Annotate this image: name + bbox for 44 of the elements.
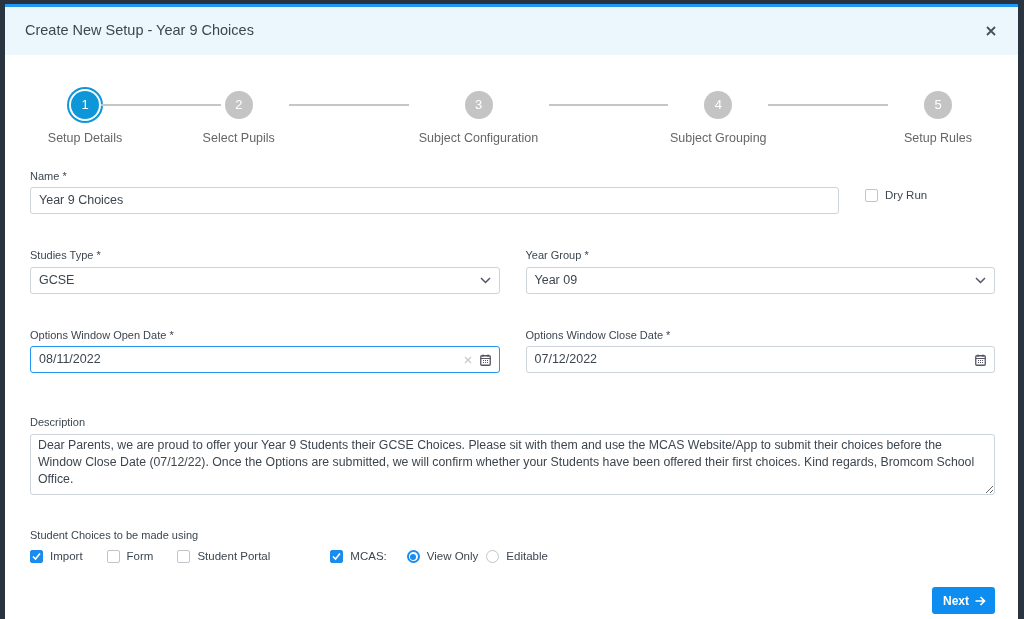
close-icon [986,26,996,36]
date-field[interactable]: 08/11/2022 [30,346,500,374]
radio-label: Editable [506,549,548,565]
checkbox-label: Import [50,549,83,565]
radio-button[interactable] [406,550,420,564]
checkbox[interactable] [330,550,344,564]
checkbox-label: MCAS: [350,549,387,565]
arrow-right-icon [975,595,986,606]
field-label: Studies Type * [30,248,102,264]
checkbox-label: Student Portal [197,549,271,565]
field-label: Options Window Open Date * [30,327,175,343]
checkbox[interactable] [177,550,191,564]
field-label: Student Choices to be made using [30,527,200,543]
chevron-down-icon [975,276,986,284]
checkbox[interactable] [865,188,878,202]
field-label: Description [30,415,87,431]
step-label[interactable]: Setup Rules [903,129,973,148]
checkbox-label: Form [126,549,154,565]
step-label[interactable]: Select Pupils [202,129,275,148]
checkmark-icon [32,552,41,562]
step-label[interactable]: Setup Details [47,129,123,148]
name-input-field[interactable]: Year 9 Choices [30,187,839,215]
clear-icon[interactable] [463,355,472,364]
field-label: Options Window Close Date * [525,327,672,343]
calendar-icon [479,353,491,366]
field-label: Name * [30,168,68,184]
step-label[interactable]: Subject Grouping [669,129,767,148]
checkbox[interactable] [30,550,43,564]
checkbox-label: Dry Run [885,187,928,203]
checkmark-icon [332,552,342,562]
field-label: Year Group * [525,248,590,264]
close-button[interactable] [984,24,998,38]
step-label[interactable]: Subject Configuration [418,129,539,148]
radio-label: View Only [426,549,479,565]
dialog-title: Create New Setup - Year 9 Choices [25,21,254,41]
select-field[interactable]: Year 09 [525,266,995,294]
chevron-down-icon [479,276,491,284]
select-field[interactable]: GCSE [30,266,500,294]
next-button[interactable]: Next [932,587,995,614]
checkbox[interactable] [106,550,120,564]
date-field[interactable]: 07/12/2022 [525,346,995,374]
step-circle[interactable]: 1 [71,91,99,119]
description-textarea[interactable]: Dear Parents, we are proud to offer your Year 9 Students their GCSE Choices. Please sit with them and use the MCAS Website/App to submit their choices before the Window Close Date (07/12/22). Once the Options are submitted, we will confirm whether your Students have been offered their first choices. Kind regards, Bromcom School Office. [30,433,995,495]
calendar-icon [975,353,986,366]
